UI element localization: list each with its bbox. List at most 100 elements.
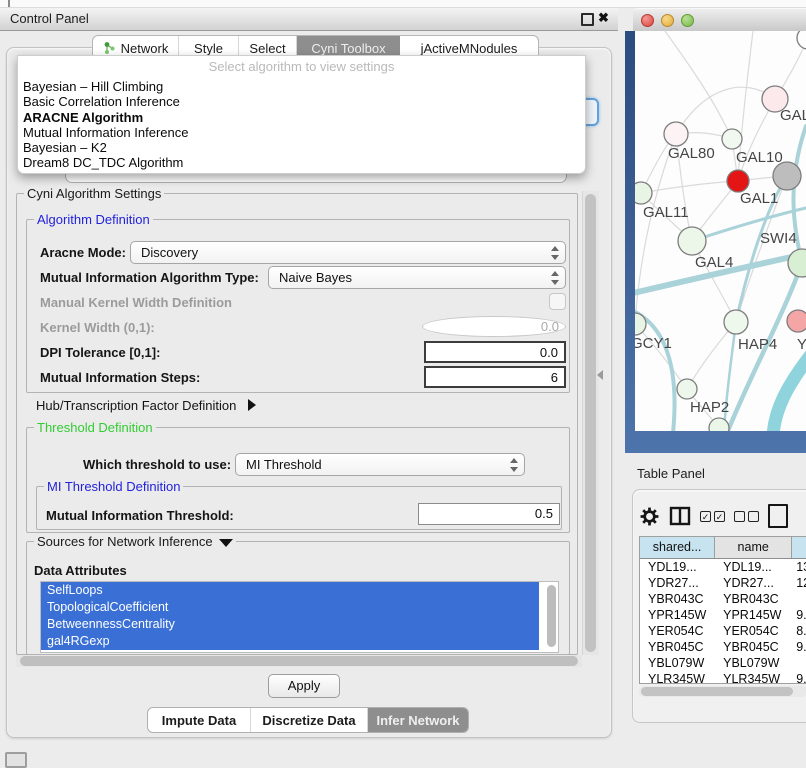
column-header-name[interactable]: name	[715, 537, 792, 558]
list-item[interactable]: BetweennessCentrality	[41, 616, 539, 633]
minimized-panel-icon[interactable]	[5, 752, 27, 768]
aracne-mode-label: Aracne Mode:	[40, 245, 126, 260]
node-label: SWI4	[760, 230, 797, 247]
mi-threshold-title: MI Threshold Definition	[44, 479, 183, 494]
table-horizontal-scrollbar[interactable]	[639, 686, 806, 697]
node-attribute-table[interactable]: shared... name YDL19... YDL19... 13 YDR2…	[639, 536, 806, 684]
cell: 13	[792, 559, 806, 575]
stepper-icon	[551, 271, 560, 285]
cell: YBL079W	[715, 655, 792, 671]
tab-discretize-data[interactable]: Discretize Data	[251, 708, 368, 732]
dropdown-item[interactable]: Basic Correlation Inference	[23, 94, 580, 109]
control-panel-title: Control Panel	[10, 11, 89, 26]
table-row[interactable]: YPR145W YPR145W 9.	[640, 607, 806, 623]
node-label: GAL11	[643, 204, 689, 221]
tab-network-label: Network	[121, 41, 169, 56]
tab-impute-data[interactable]: Impute Data	[148, 708, 251, 732]
dropdown-item[interactable]: Bayesian – Hill Climbing	[23, 79, 580, 94]
list-scrollbar-thumb[interactable]	[547, 585, 556, 647]
table-row[interactable]: YBL079W YBL079W	[640, 655, 806, 671]
dpi-tolerance-value: 0.0	[540, 345, 558, 360]
collapse-arrow-icon[interactable]	[219, 539, 233, 547]
table-row[interactable]: YBR043C YBR043C	[640, 591, 806, 607]
mi-threshold-input[interactable]: 0.5	[418, 503, 560, 525]
network-view-canvas[interactable]: GAL GAL80 GAL10 GAL1 GAL11 SWI4 GAL4 GCY…	[635, 31, 806, 431]
manual-kernel-checkbox[interactable]	[549, 293, 566, 310]
settings-vertical-scrollbar-thumb[interactable]	[585, 194, 596, 652]
network-icon	[103, 41, 116, 55]
column-header-shared-name[interactable]: shared...	[640, 537, 715, 558]
dropdown-item[interactable]: Dream8 DC_TDC Algorithm	[23, 155, 580, 170]
mi-type-label: Mutual Information Algorithm Type:	[40, 270, 259, 285]
node-gal11[interactable]	[635, 182, 652, 204]
close-icon[interactable]: ✖	[598, 10, 609, 26]
show-columns-icon[interactable]: ✓ ✓	[700, 511, 725, 522]
node-gal1-selected[interactable]	[727, 170, 749, 192]
node-salmon[interactable]	[787, 310, 806, 332]
bottom-tabbar: Impute Data Discretize Data Infer Networ…	[147, 707, 469, 733]
checked-box-icon: ✓	[714, 511, 725, 522]
hide-columns-icon[interactable]	[734, 511, 759, 522]
network-window-titlebar[interactable]	[633, 8, 806, 33]
table-horizontal-scrollbar-thumb[interactable]	[641, 687, 793, 696]
hub-definition-section[interactable]: Hub/Transcription Factor Definition	[36, 398, 256, 413]
list-item[interactable]: SelfLoops	[41, 582, 539, 599]
node[interactable]	[797, 31, 806, 49]
dropdown-item-selected[interactable]: ARACNE Algorithm	[23, 110, 580, 125]
list-item[interactable]: TopologicalCoefficient	[41, 599, 539, 616]
split-panel-icon[interactable]	[669, 506, 691, 526]
document-icon[interactable]	[768, 504, 788, 528]
table-panel-title: Table Panel	[637, 466, 705, 481]
unchecked-box-icon	[734, 511, 745, 522]
cell: YDL19...	[640, 559, 715, 575]
top-edge-tick	[8, 0, 10, 7]
node-hap4[interactable]	[724, 310, 748, 334]
dropdown-item[interactable]: Mutual Information Inference	[23, 125, 580, 140]
settings-horizontal-scrollbar-thumb[interactable]	[20, 656, 578, 666]
node-hap2[interactable]	[677, 379, 697, 399]
data-attributes-list[interactable]: SelfLoops TopologicalCoefficient Between…	[40, 581, 559, 653]
table-row[interactable]: YDL19... YDL19... 13	[640, 559, 806, 575]
column-header-cut[interactable]	[792, 537, 806, 558]
node-swi4[interactable]	[788, 249, 806, 277]
which-threshold-combo[interactable]: MI Threshold	[235, 453, 525, 476]
table-row[interactable]: YBR045C YBR045C 9.	[640, 639, 806, 655]
mi-steps-input[interactable]: 6	[424, 366, 566, 388]
tab-cyni-toolbox-label: Cyni Toolbox	[311, 41, 385, 56]
kernel-width-value: 0.0	[541, 319, 559, 334]
cell: YDR27...	[715, 575, 792, 591]
float-window-icon[interactable]	[581, 13, 594, 26]
node-gray[interactable]	[773, 162, 801, 190]
tab-style-label: Style	[194, 41, 223, 56]
list-item[interactable]: gal4RGexp	[41, 633, 539, 650]
cell: 9.	[792, 639, 806, 655]
aracne-mode-combo[interactable]: Discovery	[130, 241, 566, 264]
table-row[interactable]: YER054C YER054C 8.	[640, 623, 806, 639]
node-label: GAL1	[740, 190, 778, 207]
mi-type-combo[interactable]: Naive Bayes	[268, 266, 566, 289]
close-traffic-light-icon[interactable]	[641, 14, 654, 27]
expand-arrow-icon[interactable]	[248, 399, 256, 411]
panel-splitter-grip[interactable]	[597, 370, 603, 380]
apply-button[interactable]: Apply	[268, 674, 340, 698]
cell: YBR043C	[715, 591, 792, 607]
zoom-traffic-light-icon[interactable]	[681, 14, 694, 27]
minimize-traffic-light-icon[interactable]	[661, 14, 674, 27]
node-label: GAL4	[695, 254, 733, 271]
table-header-row: shared... name	[640, 537, 806, 559]
table-row[interactable]: YLR345W YLR345W 9.	[640, 671, 806, 684]
dpi-tolerance-input[interactable]: 0.0	[424, 341, 566, 363]
mi-type-value: Naive Bayes	[279, 270, 352, 285]
table-row[interactable]: YDR27... YDR27... 12	[640, 575, 806, 591]
cell: 9.	[792, 671, 806, 684]
which-threshold-value: MI Threshold	[246, 457, 322, 472]
tab-infer-network[interactable]: Infer Network	[368, 708, 468, 732]
node-gal80[interactable]	[664, 122, 688, 146]
node-gal10[interactable]	[722, 129, 742, 149]
mi-steps-label: Mutual Information Steps:	[40, 370, 200, 385]
gear-icon[interactable]	[639, 506, 660, 527]
node-gal4[interactable]	[678, 227, 706, 255]
dropdown-item[interactable]: Bayesian – K2	[23, 140, 580, 155]
cell: YBR045C	[640, 639, 715, 655]
kernel-width-input[interactable]: 0.0	[422, 316, 566, 337]
